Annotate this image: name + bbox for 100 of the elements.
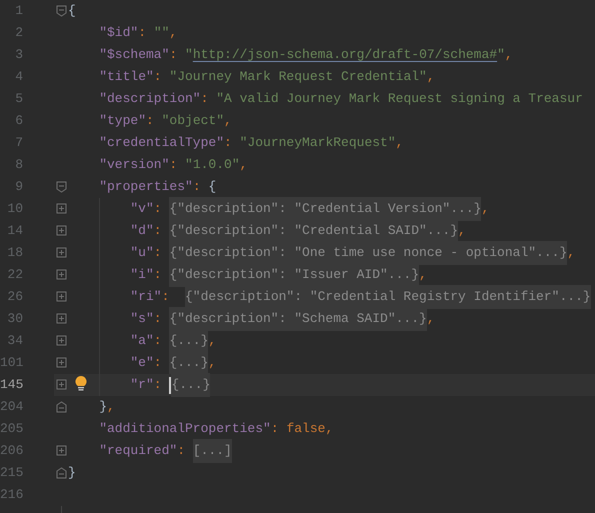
string-value: "object" bbox=[162, 112, 224, 130]
json-key: "properties" bbox=[99, 177, 193, 197]
line-number: 8 bbox=[14, 156, 23, 174]
json-key: "type" bbox=[99, 111, 146, 131]
json-key: "i" bbox=[130, 265, 154, 285]
folded-region[interactable]: {...} bbox=[169, 351, 208, 375]
punctuation: , bbox=[426, 310, 435, 328]
line-number: 26 bbox=[6, 288, 23, 306]
folded-region[interactable]: {"description": "Issuer AID"...} bbox=[169, 263, 420, 287]
punctuation: , bbox=[396, 134, 404, 152]
line-number: 5 bbox=[14, 90, 23, 108]
json-key: "e" bbox=[130, 353, 154, 373]
collapse-icon[interactable] bbox=[56, 401, 66, 413]
expand-icon[interactable] bbox=[56, 225, 66, 237]
line-number: 101 bbox=[0, 354, 23, 372]
json-key: "a" bbox=[130, 331, 154, 351]
json-key: "description" bbox=[99, 89, 201, 109]
punctuation: : bbox=[162, 288, 170, 306]
collapse-icon[interactable] bbox=[56, 181, 66, 193]
json-key: "ri" bbox=[130, 287, 162, 307]
folded-region[interactable]: {"description": "One time use nonce - optional"...} bbox=[169, 241, 568, 265]
line-number: 204 bbox=[0, 398, 23, 416]
line-number: 22 bbox=[6, 266, 23, 284]
expand-icon[interactable] bbox=[56, 445, 66, 457]
json-key: "d" bbox=[130, 221, 154, 241]
json-key: "version" bbox=[99, 155, 170, 175]
collapse-icon[interactable] bbox=[56, 467, 66, 479]
line-number: 205 bbox=[0, 420, 23, 438]
json-key: "$id" bbox=[99, 23, 138, 43]
punctuation: , bbox=[426, 68, 435, 86]
punctuation: , bbox=[208, 354, 216, 372]
punctuation: , bbox=[169, 24, 178, 42]
json-key: "title" bbox=[99, 67, 154, 87]
line-number: 4 bbox=[14, 68, 23, 86]
expand-icon[interactable] bbox=[56, 357, 66, 369]
json-key: "$schema" bbox=[99, 45, 170, 65]
punctuation: : bbox=[146, 112, 155, 130]
brace: { bbox=[68, 2, 76, 20]
punctuation: : bbox=[154, 68, 163, 86]
folded-region[interactable]: {"description": "Credential Version"...} bbox=[169, 197, 482, 221]
punctuation: : bbox=[154, 266, 163, 284]
expand-icon[interactable] bbox=[56, 335, 66, 347]
line-number: 215 bbox=[0, 464, 23, 482]
string-value: "" bbox=[154, 24, 170, 42]
punctuation: , bbox=[419, 266, 427, 284]
punctuation: , bbox=[325, 420, 334, 438]
punctuation: : bbox=[192, 178, 202, 196]
expand-icon[interactable] bbox=[56, 269, 66, 281]
line-number: 18 bbox=[6, 244, 23, 262]
url-link[interactable]: http://json-schema.org/draft-07/schema# bbox=[192, 45, 498, 65]
line-number: 216 bbox=[0, 486, 23, 504]
punctuation: , bbox=[107, 398, 115, 416]
json-key: "s" bbox=[130, 309, 154, 329]
folded-region[interactable]: {"description": "Schema SAID"...} bbox=[169, 307, 427, 331]
json-key: "r" bbox=[130, 375, 154, 395]
punctuation: : bbox=[154, 310, 163, 328]
punctuation: : bbox=[154, 200, 163, 218]
collapse-icon[interactable] bbox=[56, 5, 66, 17]
punctuation: , bbox=[458, 222, 466, 240]
brace: } bbox=[99, 398, 107, 416]
line-number: 206 bbox=[0, 442, 23, 460]
boolean-value: false bbox=[286, 420, 326, 438]
punctuation: : bbox=[154, 222, 163, 240]
expand-icon[interactable] bbox=[56, 291, 66, 303]
string-value: "JourneyMarkRequest" bbox=[240, 134, 396, 152]
punctuation: : bbox=[169, 46, 178, 64]
string-value: " bbox=[497, 46, 505, 64]
punctuation: : bbox=[169, 156, 178, 174]
string-value: "1.0.0" bbox=[185, 156, 240, 174]
line-number: 3 bbox=[14, 46, 23, 64]
line-number: 30 bbox=[6, 310, 23, 328]
line-number: 7 bbox=[14, 134, 23, 152]
line-number: 6 bbox=[14, 112, 23, 130]
line-number: 10 bbox=[6, 200, 23, 218]
folded-region[interactable]: {...} bbox=[169, 329, 208, 353]
json-key: "v" bbox=[130, 199, 154, 219]
lightbulb-icon[interactable] bbox=[75, 376, 87, 391]
line-number: 1 bbox=[14, 2, 23, 20]
punctuation: : bbox=[154, 354, 163, 372]
brace: } bbox=[68, 464, 76, 482]
string-value: "A valid Journey Mark Request signing a Treasur bbox=[216, 90, 583, 108]
expand-icon[interactable] bbox=[56, 313, 66, 325]
punctuation: , bbox=[208, 332, 216, 350]
expand-icon[interactable] bbox=[56, 247, 66, 259]
folded-region[interactable]: {"description": "Credential Registry Identifier"...} bbox=[185, 285, 591, 309]
line-number: 145 bbox=[0, 376, 23, 394]
folded-region[interactable]: [...] bbox=[192, 439, 232, 463]
folded-region[interactable]: {"description": "Credential SAID"...} bbox=[169, 219, 458, 243]
punctuation: : bbox=[154, 376, 163, 394]
string-value: " bbox=[185, 46, 193, 64]
line-number: 34 bbox=[6, 332, 23, 350]
folded-region[interactable]: {...} bbox=[171, 373, 210, 397]
expand-icon[interactable] bbox=[56, 379, 66, 391]
json-key: "u" bbox=[130, 243, 154, 263]
line-number: 9 bbox=[14, 178, 23, 196]
punctuation: , bbox=[567, 244, 576, 262]
line-number: 14 bbox=[6, 222, 23, 240]
expand-icon[interactable] bbox=[56, 203, 66, 215]
line-number: 2 bbox=[14, 24, 23, 42]
punctuation: , bbox=[224, 112, 232, 130]
